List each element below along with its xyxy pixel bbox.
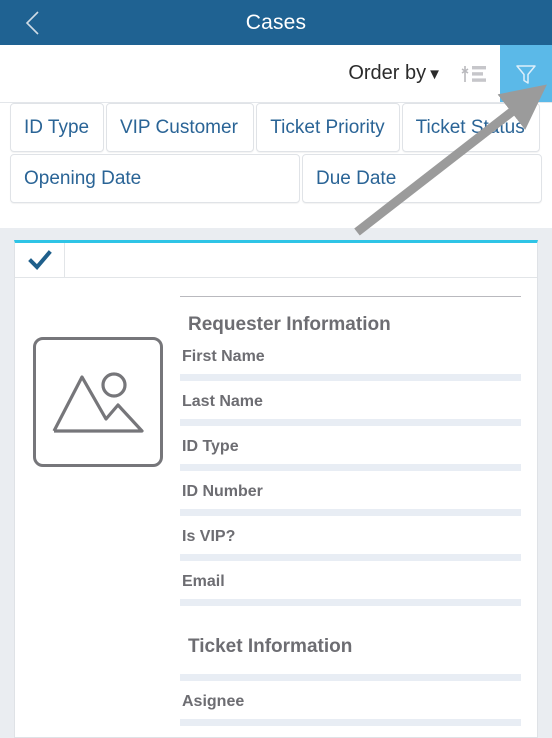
filter-chip-row-1: ID Type VIP Customer Ticket Priority Tic… — [0, 103, 552, 152]
field-last-name[interactable]: Last Name — [180, 393, 521, 426]
filter-chip-opening-date[interactable]: Opening Date — [10, 154, 300, 203]
card-header-row — [15, 243, 537, 278]
image-placeholder-icon — [52, 372, 144, 433]
field-email[interactable]: Email — [180, 573, 521, 606]
field-id-number[interactable]: ID Number — [180, 483, 521, 516]
section-title-ticket-information: Ticket Information — [188, 636, 353, 657]
field-label: ID Number — [182, 483, 263, 500]
chevron-left-icon — [25, 10, 39, 35]
page-title: Cases — [245, 11, 307, 34]
field-label: Email — [182, 573, 225, 590]
card-header-spacer — [65, 243, 537, 277]
funnel-filter-icon — [516, 64, 536, 84]
list-toolbar: Order by ▼ — [0, 45, 552, 103]
record-thumbnail — [32, 337, 163, 467]
field-is-vip[interactable]: Is VIP? — [180, 528, 521, 561]
field-label: Last Name — [182, 393, 263, 410]
field-label: ID Type — [182, 438, 239, 455]
field-label: First Name — [182, 348, 265, 365]
field-value-bar — [180, 419, 521, 426]
filter-chip-due-date[interactable]: Due Date — [302, 154, 542, 203]
order-by-dropdown[interactable]: Order by ▼ — [348, 45, 442, 102]
field-value-bar — [180, 464, 521, 471]
field-value-bar — [180, 719, 521, 726]
field-value-bar — [180, 509, 521, 516]
field-value-bar — [180, 599, 521, 606]
sort-button[interactable] — [450, 45, 500, 102]
back-button[interactable] — [24, 0, 64, 45]
field-label: Asignee — [182, 693, 245, 710]
filter-chip-group: ID Type VIP Customer Ticket Priority Tic… — [0, 103, 552, 205]
order-by-label: Order by — [348, 62, 427, 84]
case-record-card[interactable]: Requester Information First Name Last Na… — [14, 240, 538, 738]
filter-chip-id-type[interactable]: ID Type — [10, 103, 104, 152]
top-navigation-bar: Cases — [0, 0, 552, 45]
fields-column: Requester Information First Name Last Na… — [180, 292, 537, 737]
filter-chip-row-2: Opening Date Due Date — [0, 154, 552, 203]
sort-list-icon — [461, 65, 486, 82]
field-value-bar — [180, 374, 521, 381]
card-body: Requester Information First Name Last Na… — [15, 278, 537, 737]
section-title-requester-information: Requester Information — [188, 314, 391, 335]
field-id-type[interactable]: ID Type — [180, 438, 521, 471]
record-select-cell[interactable] — [15, 243, 65, 277]
chevron-down-icon: ▼ — [427, 66, 442, 83]
field-label: Is VIP? — [182, 528, 236, 545]
field-value-bar — [180, 554, 521, 561]
check-mark-icon — [27, 250, 52, 270]
section-separator-bar — [180, 674, 521, 681]
filter-chip-vip-customer[interactable]: VIP Customer — [105, 103, 255, 152]
thumbnail-column — [15, 292, 180, 737]
vertical-scrollbar[interactable] — [540, 240, 552, 738]
filter-chip-ticket-priority[interactable]: Ticket Priority — [256, 103, 400, 152]
filter-chip-ticket-status[interactable]: Ticket Status — [401, 103, 541, 152]
field-first-name[interactable]: First Name — [180, 348, 521, 381]
filter-button[interactable] — [500, 45, 552, 102]
field-asignee[interactable]: Asignee — [180, 681, 521, 726]
